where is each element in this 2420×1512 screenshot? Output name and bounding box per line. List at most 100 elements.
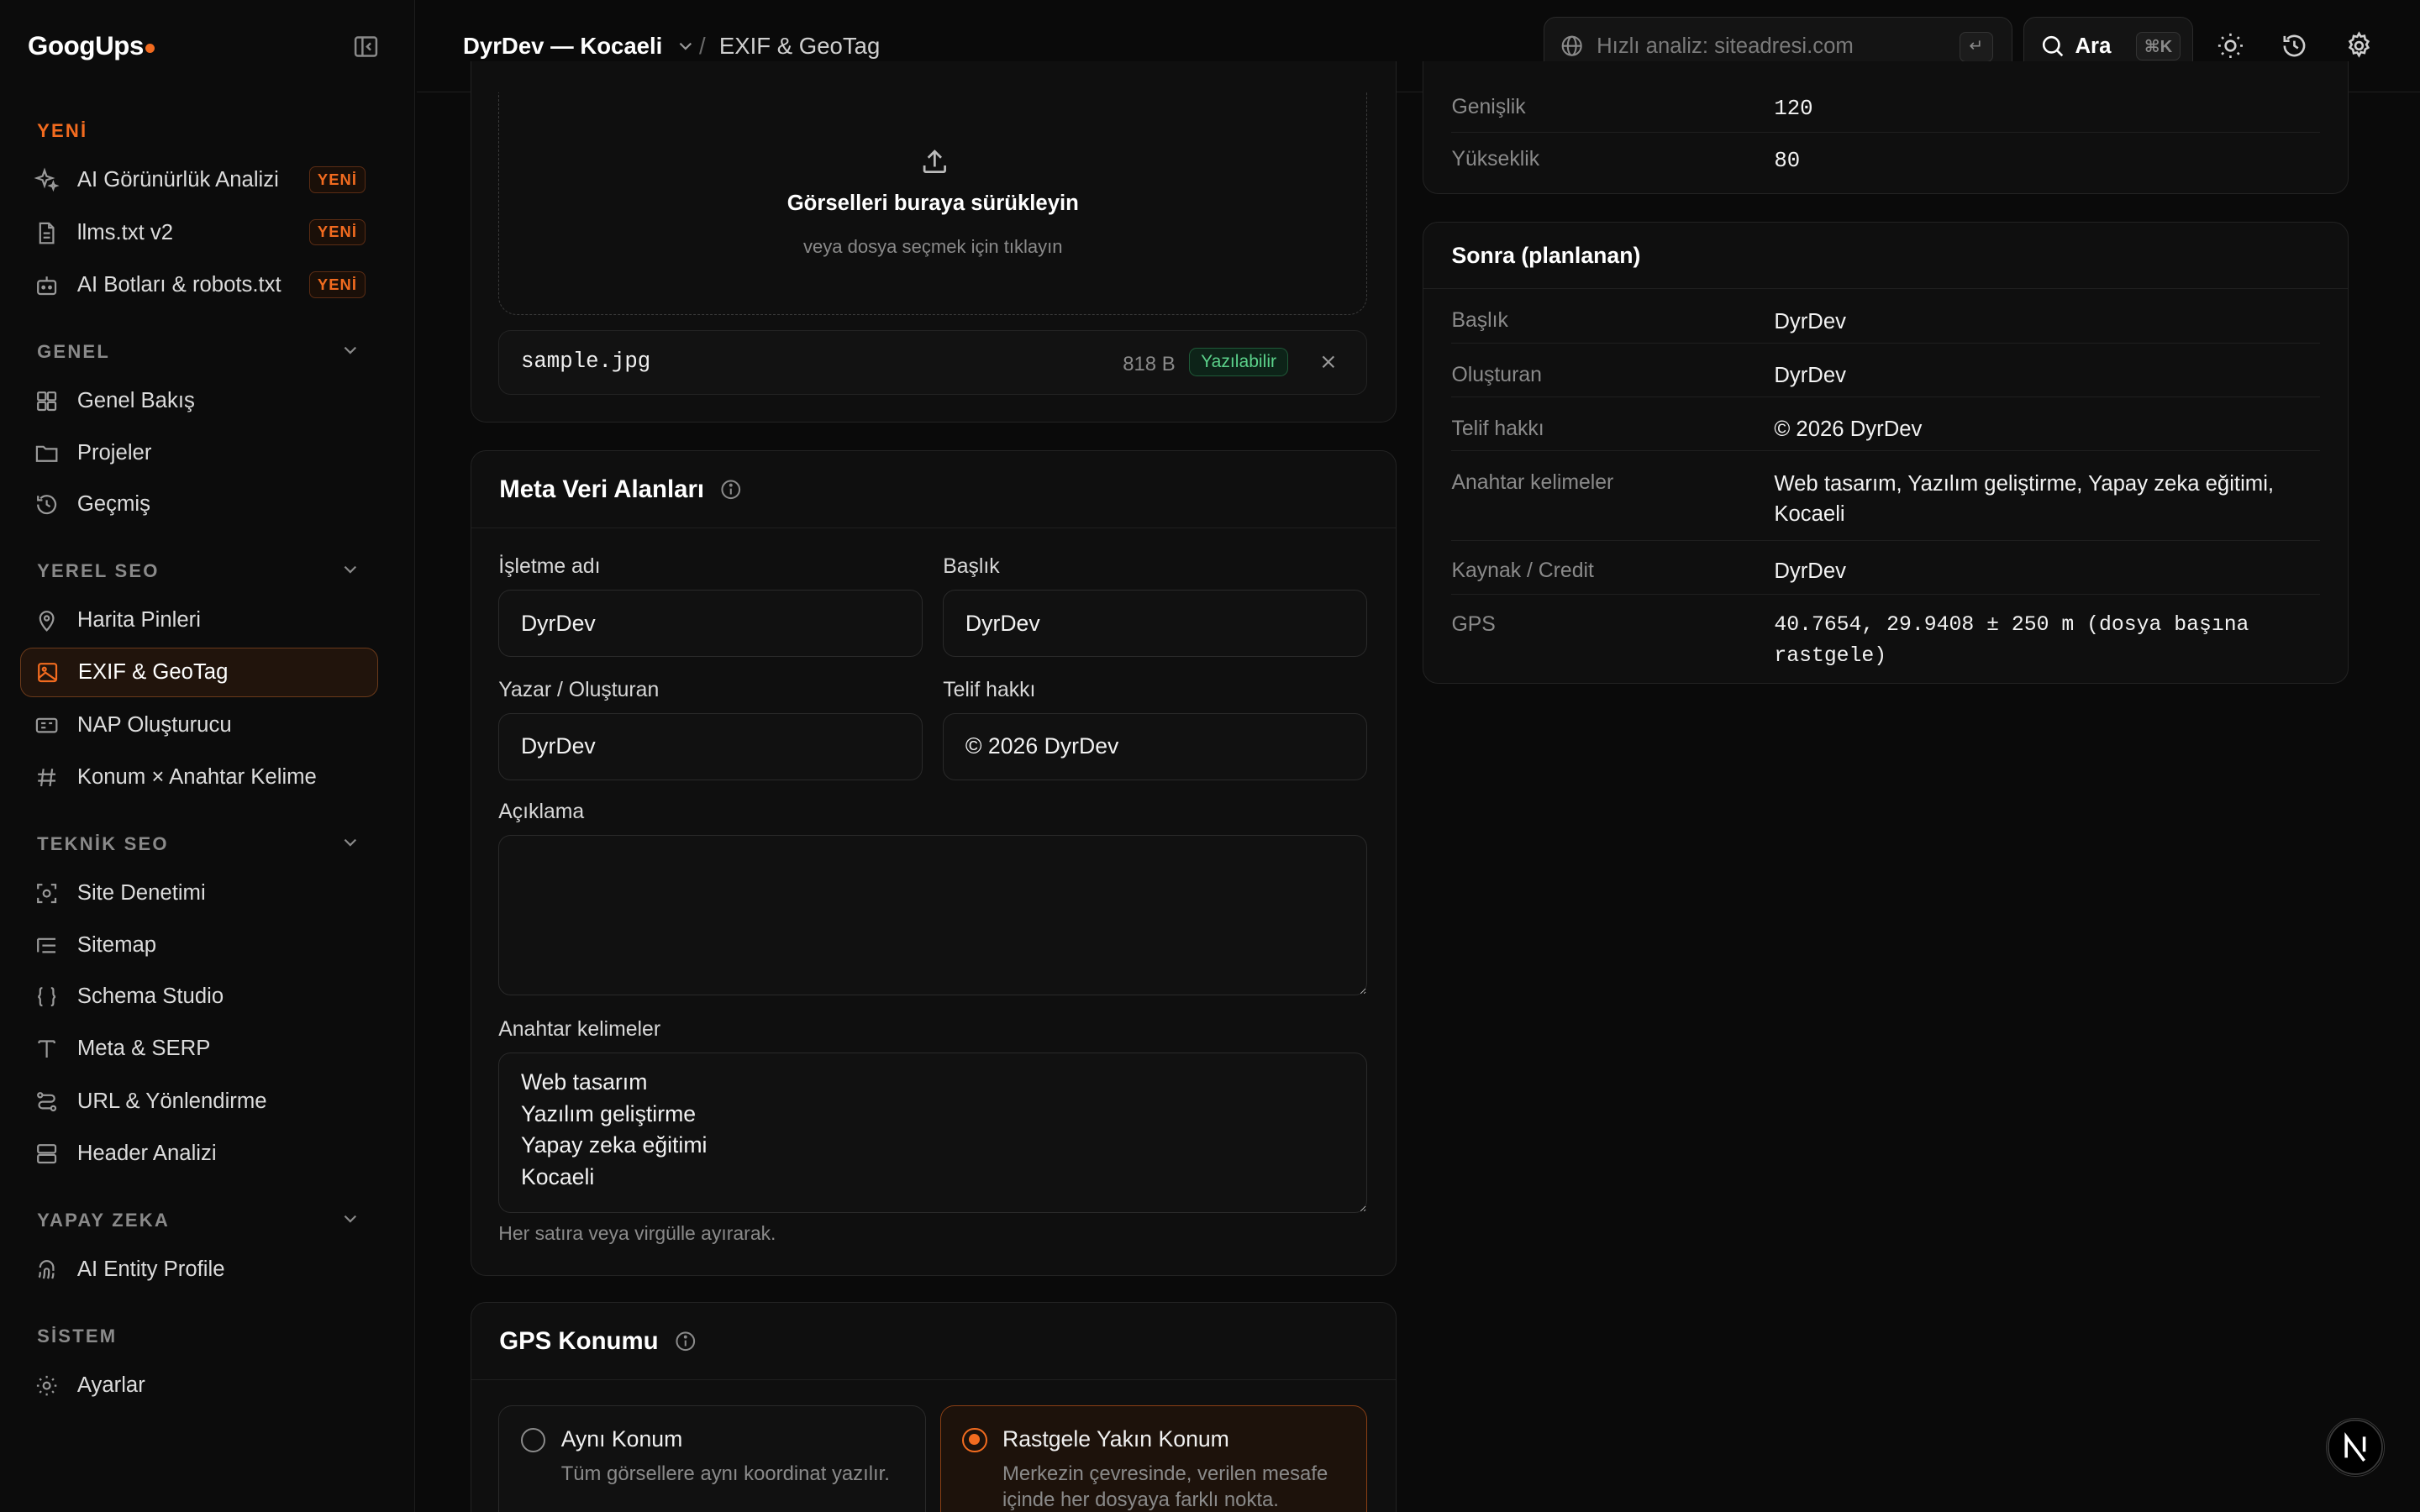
chevron-down-icon[interactable] — [339, 559, 361, 580]
sidebar-item-label: URL & Yönlendirme — [76, 1089, 267, 1113]
sidebar-item-label: EXIF & GeoTag — [77, 660, 229, 685]
planned-header: Sonra (planlanan) — [1423, 223, 2349, 290]
sidebar-item-nap-builder[interactable]: NAP Oluşturucu — [20, 701, 378, 750]
sidebar-item-history[interactable]: Geçmiş — [20, 480, 378, 529]
sidebar-item-llms-txt[interactable]: llms.txt v2 YENİ — [20, 208, 378, 258]
brand-name: GoogUps — [28, 30, 144, 60]
business-name-input[interactable] — [498, 589, 923, 658]
sidebar-item-label: Projeler — [76, 441, 152, 465]
fingerprint-icon — [39, 1260, 55, 1279]
sidebar-item-location-keyword[interactable]: Konum × Anahtar Kelime — [20, 753, 378, 802]
sidebar: GoogUps YENİ AI Görünürlük Analizi YENİ … — [0, 0, 416, 1512]
sidebar-item-site-audit[interactable]: Site Denetimi — [20, 869, 378, 918]
section-label-local-seo[interactable]: YEREL SEO — [37, 560, 160, 582]
copyright-label: Telif hakkı — [943, 679, 1036, 702]
info-icon[interactable] — [719, 478, 743, 501]
gps-title: GPS Konumu — [499, 1326, 659, 1355]
sidebar-item-label: AI Entity Profile — [76, 1257, 225, 1282]
sidebar-item-label: Ayarlar — [76, 1373, 145, 1397]
info-icon[interactable] — [674, 1330, 697, 1353]
title-input[interactable] — [943, 589, 1368, 658]
current-metadata-card: Genişlik 120 Yükseklik 80 — [1423, 61, 2349, 195]
section-label-ai[interactable]: YAPAY ZEKA — [37, 1210, 170, 1231]
dropzone-subtitle: veya dosya seçmek için tıklayın — [802, 236, 1063, 257]
document-icon — [39, 222, 55, 244]
enter-key-hint[interactable]: ↵ — [1959, 31, 1993, 63]
nextjs-devtools-icon[interactable] — [2325, 1417, 2385, 1477]
section-label-technical-seo[interactable]: TEKNİK SEO — [37, 833, 169, 855]
sun-icon[interactable] — [2216, 31, 2245, 60]
sidebar-item-ai-entity-profile[interactable]: AI Entity Profile — [20, 1245, 378, 1294]
remove-file-icon[interactable] — [1318, 351, 1339, 373]
sidebar-item-ai-bots[interactable]: AI Botları & robots.txt YENİ — [20, 260, 378, 310]
history-icon[interactable] — [2280, 31, 2309, 60]
radio-button[interactable] — [962, 1427, 987, 1453]
kv-key: Anahtar kelimeler — [1451, 471, 1614, 495]
gps-option-same-location[interactable]: Aynı Konum Tüm görsellere aynı koordinat… — [498, 1405, 927, 1512]
sidebar-item-settings[interactable]: Ayarlar — [20, 1361, 378, 1410]
section-label-new: YENİ — [37, 120, 88, 142]
kv-value: 80 — [1774, 149, 1801, 174]
gear-icon[interactable] — [2344, 31, 2374, 60]
keywords-hint: Her satıra veya virgülle ayırarak. — [498, 1221, 776, 1244]
sidebar-item-overview[interactable]: Genel Bakış — [20, 376, 378, 426]
kv-value: 40.7654, 29.9408 ± 250 m (dosya başına r… — [1774, 613, 2249, 669]
kv-key: Telif hakkı — [1451, 417, 1544, 440]
author-input[interactable] — [498, 712, 923, 781]
new-badge: YENİ — [308, 166, 366, 193]
sidebar-item-map-pins[interactable]: Harita Pinleri — [20, 596, 378, 645]
sidebar-item-label: AI Görünürlük Analizi — [76, 168, 279, 192]
file-size: 818 B — [1123, 352, 1176, 375]
sidebar-item-exif-geotag[interactable]: EXIF & GeoTag — [19, 648, 378, 698]
sidebar-item-label: Meta & SERP — [76, 1037, 211, 1061]
chevron-down-icon[interactable] — [339, 339, 361, 361]
sidebar-item-schema-studio[interactable]: Schema Studio — [20, 972, 378, 1021]
description-textarea[interactable] — [498, 834, 1368, 995]
kv-row: Kaynak / Credit DyrDev — [1451, 541, 2321, 596]
id-card-icon — [36, 717, 58, 733]
hash-icon — [38, 769, 56, 787]
kv-value: © 2026 DyrDev — [1774, 417, 1923, 442]
search-icon — [2043, 36, 2064, 57]
new-badge: YENİ — [308, 271, 366, 298]
keywords-textarea[interactable]: Web tasarım Yazılım geliştirme Yapay zek… — [498, 1052, 1368, 1213]
folder-icon — [36, 446, 58, 463]
chevron-down-icon[interactable] — [339, 832, 361, 853]
section-label-general[interactable]: GENEL — [37, 341, 110, 363]
upload-icon — [923, 150, 946, 174]
copyright-input[interactable] — [943, 712, 1368, 781]
sidebar-item-sitemap[interactable]: Sitemap — [20, 921, 378, 971]
gps-option-random-nearby[interactable]: Rastgele Yakın Konum Merkezin çevresinde… — [939, 1405, 1368, 1512]
sidebar-item-header-analysis[interactable]: Header Analizi — [20, 1129, 378, 1179]
brand-logo[interactable]: GoogUps — [28, 31, 155, 61]
sidebar-item-meta-serp[interactable]: Meta & SERP — [20, 1025, 378, 1074]
sidebar-item-url-redirect[interactable]: URL & Yönlendirme — [20, 1077, 378, 1126]
sidebar-collapse-icon[interactable] — [352, 33, 380, 60]
chevron-down-icon[interactable] — [339, 1208, 361, 1230]
writable-badge: Yazılabilir — [1189, 348, 1288, 376]
meta-fields-title: Meta Veri Alanları — [499, 475, 705, 503]
type-icon — [38, 1040, 56, 1058]
project-switcher[interactable]: DyrDev — Kocaeli — [463, 33, 697, 60]
keywords-label: Anahtar kelimeler — [498, 1018, 661, 1042]
radio-button[interactable] — [520, 1427, 546, 1453]
list-icon — [37, 937, 56, 953]
chevron-down-icon — [679, 42, 692, 50]
quick-analysis-input[interactable] — [1597, 34, 1952, 59]
kv-value: DyrDev — [1774, 363, 1847, 387]
sidebar-item-ai-visibility[interactable]: AI Görünürlük Analizi YENİ — [20, 156, 378, 206]
kv-value: 120 — [1774, 97, 1813, 122]
project-name: DyrDev — Kocaeli — [463, 32, 663, 59]
image-dropzone[interactable]: Görselleri buraya sürükleyin veya dosya … — [498, 92, 1368, 315]
gps-option-description: Merkezin çevresinde, verilen mesafe için… — [1002, 1462, 1328, 1511]
brand-dot-icon — [145, 43, 155, 53]
sidebar-item-label: Site Denetimi — [76, 880, 206, 905]
meta-fields-header: Meta Veri Alanları — [471, 451, 1397, 529]
planned-title: Sonra (planlanan) — [1451, 242, 1641, 268]
sidebar-item-label: NAP Oluşturucu — [76, 712, 232, 737]
kv-row: Anahtar kelimeler Web tasarım, Yazılım g… — [1451, 451, 2321, 541]
dashboard-icon — [37, 391, 57, 412]
server-icon — [37, 1144, 57, 1164]
sidebar-item-projects[interactable]: Projeler — [20, 429, 378, 479]
kv-row: Telif hakkı © 2026 DyrDev — [1451, 397, 2321, 452]
